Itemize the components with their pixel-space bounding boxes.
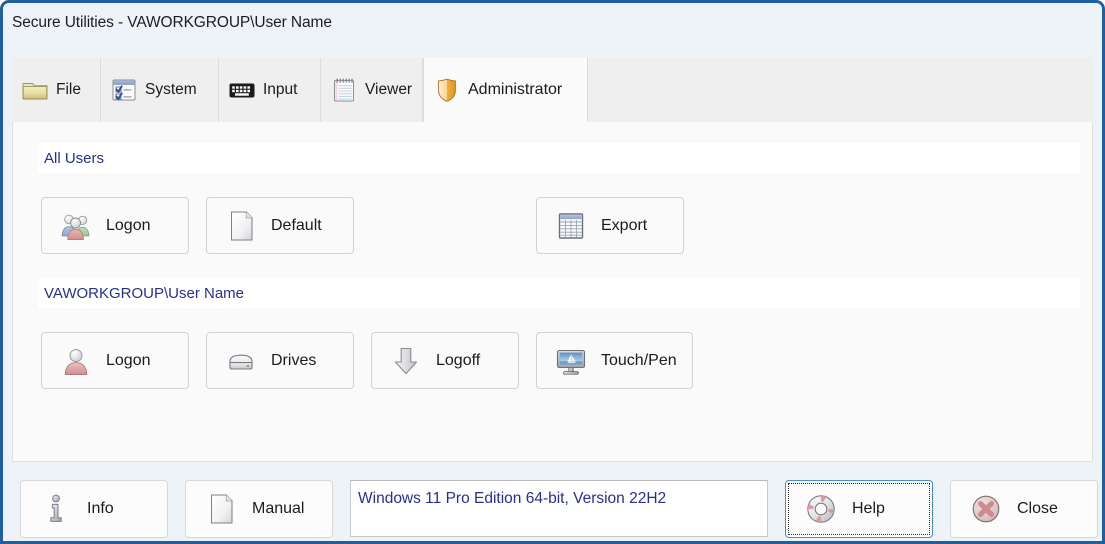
button-info[interactable]: Info [20, 480, 168, 538]
button-all-users-logon[interactable]: Logon [41, 197, 189, 254]
info-icon [39, 492, 73, 526]
section-header-all-users-label: All Users [44, 149, 105, 167]
status-field: Windows 11 Pro Edition 64-bit, Version 2… [350, 480, 768, 537]
checklist-icon [110, 76, 138, 104]
button-all-users-logon-label: Logon [106, 216, 151, 234]
button-user-logoff[interactable]: Logoff [371, 332, 519, 389]
window-title: Secure Utilities - VAWORKGROUP\User Name [12, 14, 332, 31]
monitor-icon [554, 344, 588, 378]
button-manual[interactable]: Manual [185, 480, 333, 538]
button-all-users-export-label: Export [601, 216, 648, 234]
users-group-icon [59, 209, 93, 243]
notepad-icon [330, 76, 358, 104]
status-text: Windows 11 Pro Edition 64-bit, Version 2… [358, 490, 667, 507]
blank-document-icon [224, 209, 258, 243]
button-help[interactable]: Help [785, 480, 933, 538]
bottom-bar: Info Manual Windows 11 Pro Edition 64-bi… [3, 469, 1102, 541]
tab-file[interactable]: File [12, 58, 101, 122]
keyboard-icon [228, 76, 256, 104]
button-user-drives-label: Drives [271, 351, 317, 369]
section-header-user: VAWORKGROUP\User Name [38, 278, 1080, 308]
tab-viewer-label: Viewer [365, 81, 413, 98]
tab-administrator-label: Administrator [468, 80, 563, 98]
down-arrow-icon [389, 344, 423, 378]
section-header-all-users: All Users [38, 143, 1080, 173]
title-bar[interactable]: Secure Utilities - VAWORKGROUP\User Name [3, 3, 1102, 47]
application-window: Secure Utilities - VAWORKGROUP\User Name [0, 0, 1105, 544]
button-user-touch-pen[interactable]: Touch/Pen [536, 332, 693, 389]
button-info-label: Info [87, 500, 114, 517]
button-close-label: Close [1017, 500, 1058, 517]
button-user-logon-label: Logon [106, 351, 151, 369]
tab-file-label: File [56, 81, 81, 98]
button-help-label: Help [852, 500, 885, 517]
button-user-logon[interactable]: Logon [41, 332, 189, 389]
tab-input-label: Input [263, 81, 298, 98]
folder-icon [21, 76, 49, 104]
tab-administrator[interactable]: Administrator [423, 58, 588, 122]
button-user-touch-pen-label: Touch/Pen [601, 351, 677, 369]
button-user-drives[interactable]: Drives [206, 332, 354, 389]
shield-icon [433, 76, 461, 104]
document-icon [204, 492, 238, 526]
lifering-icon [804, 492, 838, 526]
tab-viewer[interactable]: Viewer [321, 58, 423, 122]
x-circle-icon [969, 492, 1003, 526]
tab-system[interactable]: System [101, 58, 219, 122]
tab-strip: File System Input Viewer Administrator [12, 58, 1093, 123]
button-close[interactable]: Close [950, 480, 1098, 538]
spreadsheet-icon [554, 209, 588, 243]
button-all-users-default-label: Default [271, 216, 322, 234]
button-manual-label: Manual [252, 500, 305, 517]
button-user-logoff-label: Logoff [436, 351, 481, 369]
single-user-icon [59, 344, 93, 378]
hard-drive-icon [224, 344, 258, 378]
content-panel: All Users Logon Default Export VAWORKGRO… [12, 122, 1093, 462]
button-all-users-export[interactable]: Export [536, 197, 684, 254]
tab-input[interactable]: Input [219, 58, 321, 122]
tab-system-label: System [145, 81, 197, 98]
section-header-user-label: VAWORKGROUP\User Name [44, 284, 245, 302]
button-all-users-default[interactable]: Default [206, 197, 354, 254]
